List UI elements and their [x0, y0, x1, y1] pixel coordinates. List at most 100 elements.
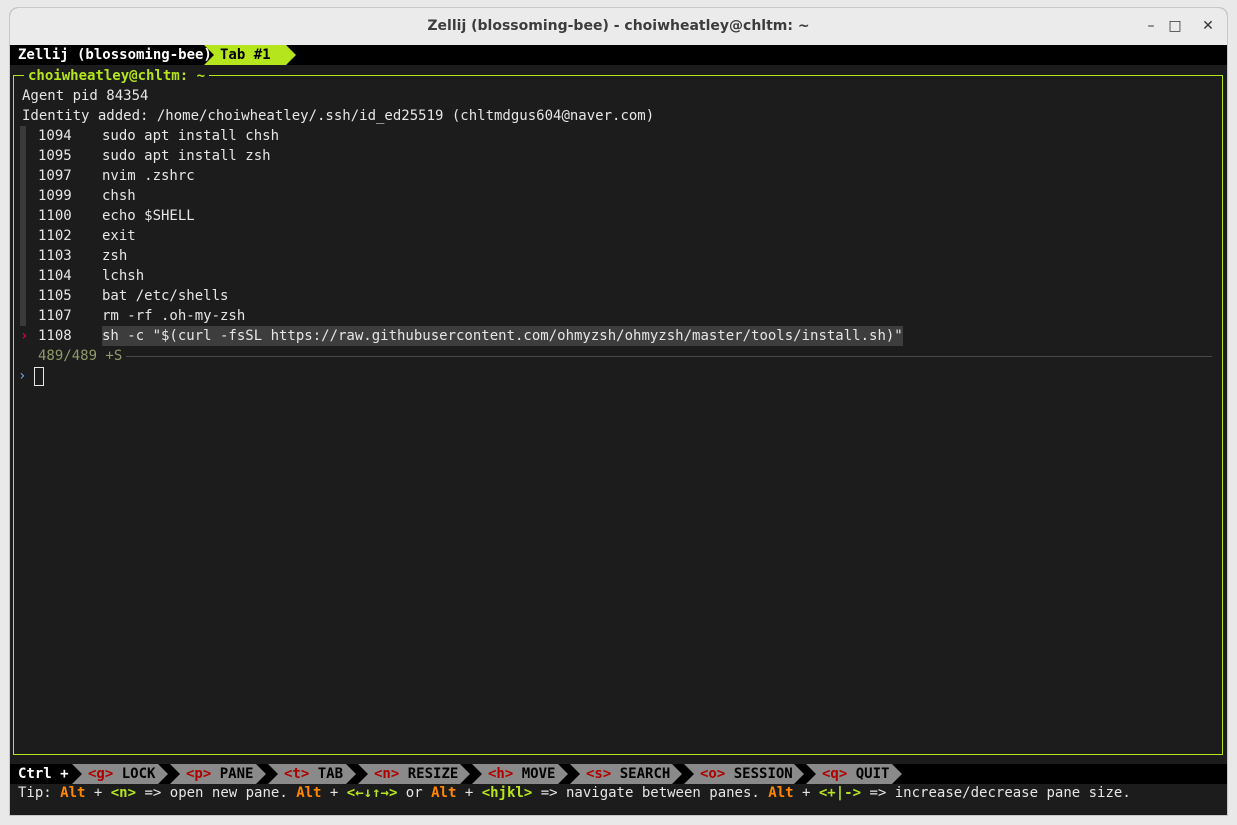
key-shortcut: <q> — [822, 766, 848, 782]
history-command: zsh — [102, 248, 128, 264]
close-icon[interactable]: ✕ — [1198, 16, 1218, 36]
key-shortcut: <p> — [186, 766, 212, 782]
tab-bar: Zellij (blossoming-bee) Tab #1 — [10, 45, 1227, 65]
history-item[interactable]: 1095 sudo apt install zsh — [20, 146, 1210, 166]
window-title: Zellij (blossoming-bee) - choiwheatley@c… — [427, 18, 810, 34]
text-cursor[interactable] — [34, 367, 44, 386]
mode-key-search[interactable]: <s> SEARCH — [570, 764, 682, 784]
modifier-label: Ctrl + — [18, 766, 69, 782]
mode-key-pane[interactable]: <p> PANE — [170, 764, 266, 784]
tip-alt: Alt — [60, 785, 86, 801]
history-number: 1102 — [38, 228, 72, 244]
mode-key-lock[interactable]: <g> LOCK — [72, 764, 168, 784]
history-number: 1099 — [38, 188, 72, 204]
key-label: MOVE — [521, 766, 556, 782]
history-gutter — [20, 206, 26, 226]
history-item[interactable]: 1097 nvim .zshrc — [20, 166, 1210, 186]
history-item[interactable]: 1103 zsh — [20, 246, 1210, 266]
minimize-icon[interactable]: – — [1141, 16, 1161, 36]
tip-key: <←↓↑→> — [346, 785, 398, 801]
tip-plus: + — [793, 785, 819, 801]
output-line: Identity added: /home/choiwheatley/.ssh/… — [22, 108, 655, 124]
history-number: 1107 — [38, 308, 72, 324]
history-command: rm -rf .oh-my-zsh — [102, 308, 246, 324]
status-bar: Ctrl + <g> LOCK <p> PANE <t> TAB <n> RESIZE… — [10, 764, 1227, 784]
tip-key: <n> — [110, 785, 137, 801]
output-line: Agent pid 84354 — [22, 88, 149, 104]
mode-key-quit[interactable]: <q> QUIT — [806, 764, 902, 784]
history-gutter — [20, 246, 26, 266]
key-shortcut: <s> — [586, 766, 612, 782]
history-gutter — [20, 226, 26, 246]
history-item[interactable]: 1094 sudo apt install chsh — [20, 126, 1210, 146]
history-number: 1095 — [38, 148, 72, 164]
tip-text: or — [397, 785, 432, 801]
key-label: PANE — [219, 766, 254, 782]
history-gutter — [20, 186, 26, 206]
key-label: TAB — [317, 766, 344, 782]
history-command: lchsh — [102, 268, 145, 284]
history-command: sudo apt install zsh — [102, 148, 271, 164]
history-gutter — [20, 266, 26, 286]
history-item[interactable]: 1105 bat /etc/shells — [20, 286, 1210, 306]
mode-key-move[interactable]: <h> MOVE — [472, 764, 568, 784]
history-number: 1105 — [38, 288, 72, 304]
key-shortcut: <h> — [488, 766, 514, 782]
history-command: echo $SHELL — [102, 208, 195, 224]
selection-marker-icon: › — [20, 328, 29, 344]
mode-key-tab[interactable]: <t> TAB — [268, 764, 356, 784]
history-item-selected[interactable]: › 1108 sh -c "$(curl -fsSL https://raw.g… — [20, 326, 1210, 346]
tip-line: Tip: Alt + <n> => open new pane. Alt + <… — [18, 783, 1131, 803]
mode-key-session[interactable]: <o> SESSION — [684, 764, 804, 784]
history-number: 1103 — [38, 248, 72, 264]
tip-plus: + — [85, 785, 111, 801]
history-command: exit — [102, 228, 136, 244]
history-gutter — [20, 126, 26, 146]
key-label: RESIZE — [407, 766, 459, 782]
tip-alt: Alt — [768, 785, 794, 801]
history-item[interactable]: 1104 lchsh — [20, 266, 1210, 286]
tip-alt: Alt — [296, 785, 322, 801]
history-gutter — [20, 146, 26, 166]
tip-text: => open new pane. — [136, 785, 297, 801]
history-number: 1094 — [38, 128, 72, 144]
key-shortcut: <o> — [700, 766, 726, 782]
pane-title: choiwheatley@chltm: ~ — [24, 66, 210, 86]
session-name: Zellij (blossoming-bee) — [18, 47, 212, 63]
terminal-window: Zellij (blossoming-bee) - choiwheatley@c… — [10, 8, 1227, 815]
divider — [126, 356, 1212, 357]
tip-text: => increase/decrease pane size. — [861, 785, 1131, 801]
history-command: bat /etc/shells — [102, 288, 229, 304]
history-number: 1097 — [38, 168, 72, 184]
history-command: sh -c "$(curl -fsSL https://raw.githubus… — [102, 326, 903, 346]
history-item[interactable]: 1102 exit — [20, 226, 1210, 246]
key-label: SESSION — [733, 766, 793, 782]
key-shortcut: <n> — [374, 766, 400, 782]
title-bar[interactable]: Zellij (blossoming-bee) - choiwheatley@c… — [10, 8, 1227, 46]
history-item[interactable]: 1107 rm -rf .oh-my-zsh — [20, 306, 1210, 326]
history-command: sudo apt install chsh — [102, 128, 280, 144]
history-command: chsh — [102, 188, 136, 204]
key-label: QUIT — [855, 766, 890, 782]
key-shortcut: <t> — [284, 766, 310, 782]
tip-alt: Alt — [431, 785, 457, 801]
tip-key: <hjkl> — [481, 785, 533, 801]
tip-plus: + — [321, 785, 347, 801]
mode-key-resize[interactable]: <n> RESIZE — [358, 764, 470, 784]
key-label: LOCK — [121, 766, 156, 782]
tab-1[interactable]: Tab #1 — [204, 45, 296, 65]
history-gutter — [20, 166, 26, 186]
history-number: 1100 — [38, 208, 72, 224]
tip-text: => navigate between panes. — [532, 785, 769, 801]
key-shortcut: <g> — [88, 766, 114, 782]
history-number: 1104 — [38, 268, 72, 284]
maximize-icon[interactable]: □ — [1165, 16, 1185, 36]
history-number: 1108 — [38, 328, 72, 344]
history-gutter — [20, 286, 26, 306]
key-label: SEARCH — [619, 766, 671, 782]
history-count: 489/489 +S — [38, 348, 123, 364]
tip-prefix: Tip: — [18, 785, 61, 801]
terminal-pane[interactable]: choiwheatley@chltm: ~ Agent pid 84354 Id… — [13, 66, 1223, 755]
history-item[interactable]: 1100 echo $SHELL — [20, 206, 1210, 226]
history-item[interactable]: 1099 chsh — [20, 186, 1210, 206]
